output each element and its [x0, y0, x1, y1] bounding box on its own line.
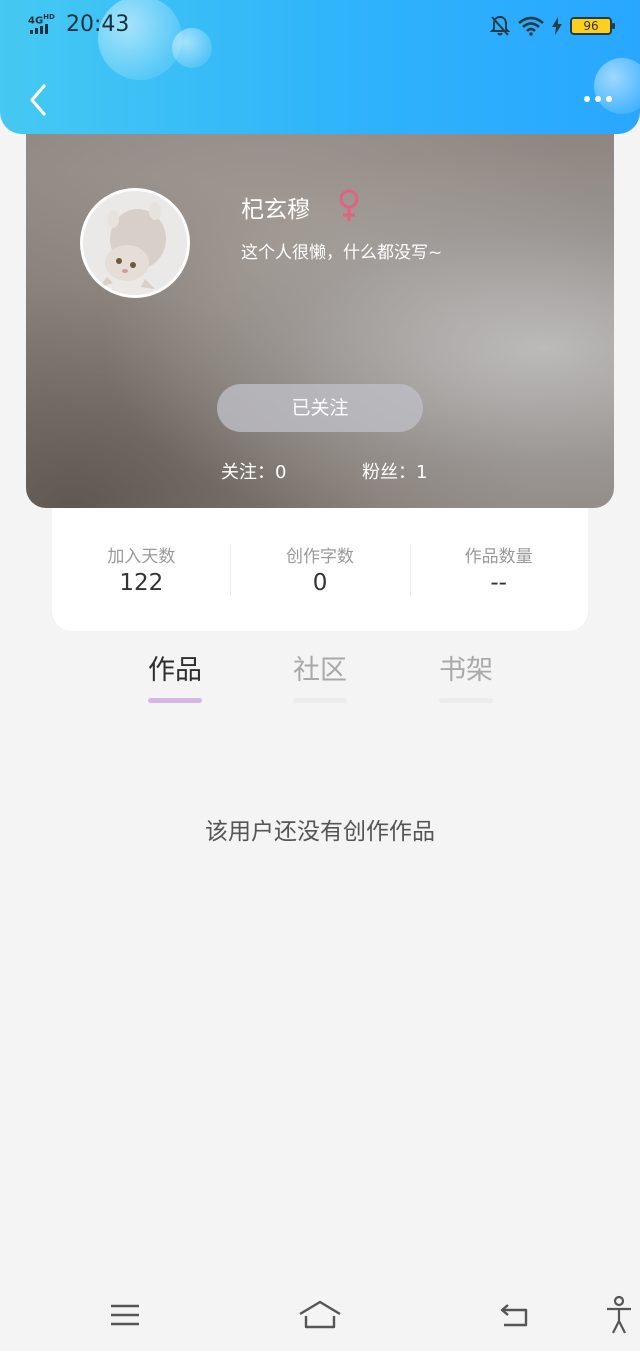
following-count[interactable]: 关注：0 [221, 458, 286, 484]
stats-card: 加入天数 122 创作字数 0 作品数量 -- [52, 496, 588, 631]
home-icon [299, 1300, 341, 1329]
fans-count[interactable]: 粉丝：1 [362, 458, 427, 484]
avatar[interactable] [80, 188, 190, 298]
accessibility-icon [606, 1295, 631, 1334]
empty-state-message: 该用户还没有创作作品 [205, 819, 435, 845]
signal-icon [30, 24, 52, 34]
back-button[interactable] [18, 78, 58, 122]
more-button[interactable] [578, 84, 618, 114]
system-nav-bar [0, 1278, 640, 1351]
stat-label: 加入天数 [107, 547, 176, 567]
cat-avatar-image [83, 191, 187, 295]
chevron-left-icon [30, 84, 46, 116]
accessibility-button[interactable] [597, 1290, 640, 1340]
follow-button[interactable]: 已关注 [217, 384, 423, 432]
more-dots-icon [584, 96, 590, 102]
hd-badge: HD [43, 13, 55, 21]
battery-indicator: 96 [570, 17, 615, 35]
tab-community[interactable]: 社区 [270, 648, 370, 703]
bell-off-icon [490, 15, 510, 36]
tab-bar: 作品 社区 书架 [0, 648, 640, 708]
stat-label: 作品数量 [464, 547, 533, 567]
charging-icon [552, 17, 562, 35]
tab-works[interactable]: 作品 [125, 648, 225, 703]
stat-label: 创作字数 [286, 547, 354, 567]
tab-bookshelf[interactable]: 书架 [416, 648, 516, 703]
status-bar: 4GHD 20:43 96 [0, 0, 640, 52]
status-time: 20:43 [66, 12, 130, 37]
profile-card: 杞玄穆 这个人很懒，什么都没写~ 已关注 关注：0 粉丝：1 [26, 110, 614, 508]
tab-label: 作品 [148, 655, 202, 686]
female-icon [339, 189, 359, 221]
menu-icon [111, 1304, 139, 1326]
follow-stats: 关注：0 粉丝：1 [26, 458, 614, 484]
tab-indicator [148, 698, 202, 703]
stat-word-count: 创作字数 0 [231, 496, 410, 631]
stat-value: -- [490, 570, 507, 596]
back-arrow-icon [500, 1304, 528, 1327]
tab-indicator [439, 698, 493, 703]
stat-works-count: 作品数量 -- [409, 496, 588, 631]
home-button[interactable] [295, 1290, 345, 1340]
more-dots-icon [606, 96, 612, 102]
username: 杞玄穆 [241, 197, 310, 223]
top-header: 4GHD 20:43 96 [0, 0, 640, 134]
tab-label: 书架 [439, 655, 493, 686]
stat-join-days: 加入天数 122 [52, 496, 231, 631]
stat-value: 122 [119, 570, 164, 596]
more-dots-icon [595, 96, 601, 102]
tab-indicator [293, 698, 347, 703]
system-back-button[interactable] [490, 1290, 540, 1340]
menu-button[interactable] [100, 1290, 150, 1340]
stat-value: 0 [312, 570, 328, 596]
user-bio: 这个人很懒，什么都没写~ [241, 243, 443, 263]
status-right: 96 [490, 14, 615, 38]
tab-label: 社区 [293, 655, 347, 686]
wifi-icon [518, 16, 544, 36]
